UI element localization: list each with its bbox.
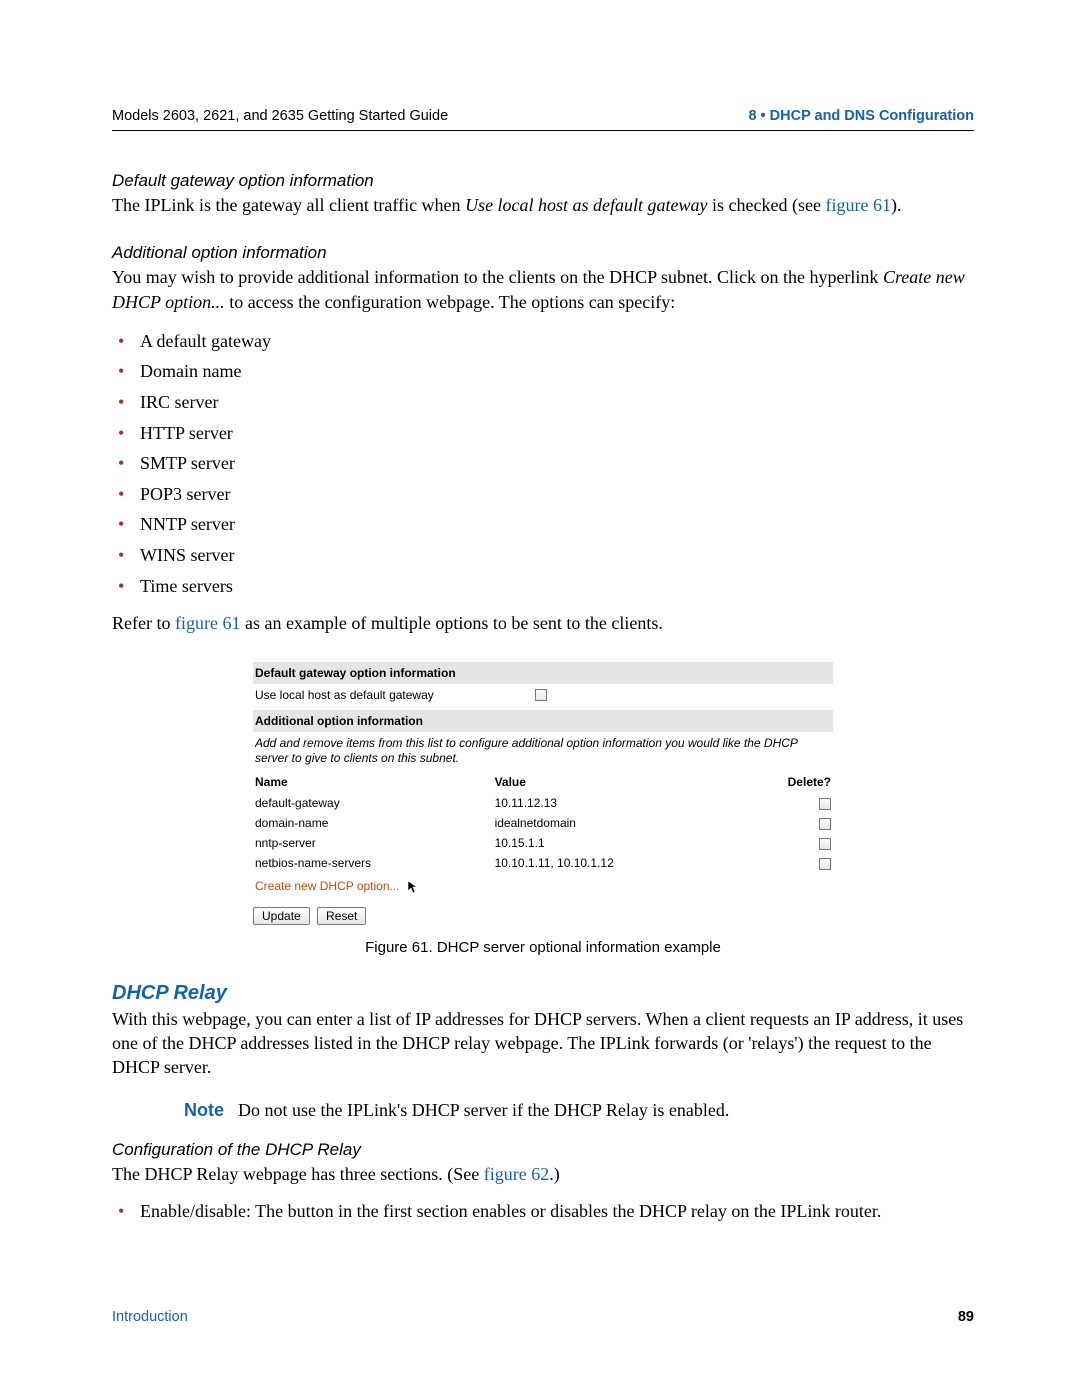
fig-head-2: Additional option information [253,710,833,732]
text: ). [891,195,902,215]
figure-62-link[interactable]: figure 62 [484,1164,549,1184]
para-refer: Refer to figure 61 as an example of mult… [112,611,974,635]
checkbox-default-gateway[interactable] [535,689,547,701]
list-item: NNTP server [118,509,974,540]
text: Refer to [112,613,175,633]
relay-bullet-list: Enable/disable: The button in the first … [112,1196,974,1227]
th-value: Value [493,769,739,793]
header-left: Models 2603, 2621, and 2635 Getting Star… [112,108,448,124]
text: to access the configuration webpage. The… [225,292,676,312]
heading-default-gateway: Default gateway option information [112,171,974,191]
list-item: A default gateway [118,326,974,357]
para-dhcp-relay: With this webpage, you can enter a list … [112,1007,974,1080]
heading-additional-option: Additional option information [112,243,974,263]
list-item: IRC server [118,387,974,418]
cell-value: 10.15.1.1 [493,833,739,853]
option-bullet-list: A default gateway Domain name IRC server… [112,326,974,601]
para-default-gateway: The IPLink is the gateway all client tra… [112,193,974,217]
list-item: Domain name [118,356,974,387]
figure-61-link[interactable]: figure 61 [826,195,891,215]
fig-head-1: Default gateway option information [253,662,833,684]
list-item: WINS server [118,540,974,571]
create-new-dhcp-option-link[interactable]: Create new DHCP option... [253,873,402,897]
note-block: Note Do not use the IPLink's DHCP server … [184,1098,974,1122]
table-row: nntp-server 10.15.1.1 [253,833,833,853]
cell-name: domain-name [253,813,493,833]
fig-table: Name Value Delete? default-gateway 10.11… [253,769,833,873]
text: The DHCP Relay webpage has three section… [112,1164,484,1184]
header-rule [112,130,974,131]
text: is checked (see [708,195,826,215]
text-italic: Use local host as default gateway [465,195,707,215]
note-text: Do not use the IPLink's DHCP server if t… [238,1100,729,1120]
checkbox-delete[interactable] [819,798,831,810]
fig-description: Add and remove items from this list to c… [253,732,833,769]
para-additional-option: You may wish to provide additional infor… [112,265,974,314]
list-item: Time servers [118,571,974,602]
figure-61-link-2[interactable]: figure 61 [175,613,240,633]
checkbox-delete[interactable] [819,838,831,850]
heading-dhcp-relay: DHCP Relay [112,982,974,1005]
figure-61-caption: Figure 61. DHCP server optional informat… [112,939,974,956]
cell-value: 10.10.1.11, 10.10.1.12 [493,853,739,873]
heading-config-dhcp-relay: Configuration of the DHCP Relay [112,1140,974,1160]
list-item: HTTP server [118,418,974,449]
list-item: SMTP server [118,448,974,479]
cursor-icon [407,880,421,894]
fig-row-label: Use local host as default gateway [255,688,535,702]
reset-button[interactable]: Reset [317,907,366,925]
table-row: netbios-name-servers 10.10.1.11, 10.10.1… [253,853,833,873]
cell-value: 10.11.12.13 [493,793,739,813]
cell-name: nntp-server [253,833,493,853]
cell-name: netbios-name-servers [253,853,493,873]
list-item: POP3 server [118,479,974,510]
footer-left: Introduction [112,1309,188,1325]
list-item: Enable/disable: The button in the first … [118,1196,974,1227]
checkbox-delete[interactable] [819,818,831,830]
update-button[interactable]: Update [253,907,310,925]
header-right: 8 • DHCP and DNS Configuration [748,108,974,124]
th-delete: Delete? [738,769,833,793]
figure-61: Default gateway option information Use l… [253,662,833,925]
table-row: domain-name idealnetdomain [253,813,833,833]
cell-value: idealnetdomain [493,813,739,833]
th-name: Name [253,769,493,793]
text: as an example of multiple options to be … [240,613,662,633]
cell-name: default-gateway [253,793,493,813]
table-row: default-gateway 10.11.12.13 [253,793,833,813]
text: .) [549,1164,560,1184]
note-label: Note [184,1100,224,1120]
text: You may wish to provide additional infor… [112,267,883,287]
para-config-dhcp-relay: The DHCP Relay webpage has three section… [112,1162,974,1186]
text: The IPLink is the gateway all client tra… [112,195,465,215]
page-number: 89 [958,1309,974,1325]
checkbox-delete[interactable] [819,858,831,870]
